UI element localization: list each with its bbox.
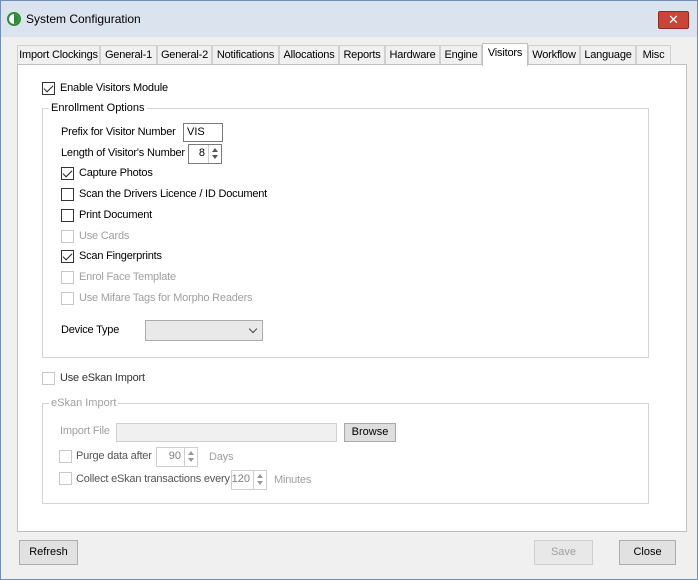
system-configuration-window: System Configuration ✕ Import Clockings … [0, 0, 698, 580]
collect-spin-arrows[interactable] [253, 471, 266, 489]
scan-fingerprints-checkbox[interactable] [61, 250, 74, 263]
prefix-input[interactable]: VIS [183, 123, 223, 142]
tab-visitors[interactable]: Visitors [482, 43, 528, 66]
enable-visitors-label: Enable Visitors Module [60, 82, 168, 94]
collect-minutes-stepper[interactable]: 120 [231, 470, 267, 490]
tab-language[interactable]: Language [580, 45, 636, 65]
title-bar: System Configuration ✕ [1, 1, 697, 37]
import-file-label: Import File [60, 425, 110, 437]
collect-eskan-checkbox[interactable] [59, 472, 72, 485]
spin-up-icon[interactable] [188, 451, 194, 455]
length-label: Length of Visitor's Number [61, 147, 185, 159]
collect-eskan-label: Collect eSkan transactions every [76, 473, 230, 485]
window-close-button[interactable]: ✕ [658, 11, 689, 29]
tab-misc[interactable]: Misc [636, 45, 671, 65]
tab-engine[interactable]: Engine [440, 45, 482, 65]
scan-fingerprints-label: Scan Fingerprints [79, 250, 162, 262]
enrol-face-label: Enrol Face Template [79, 271, 176, 283]
scan-licence-checkbox[interactable] [61, 188, 74, 201]
capture-photos-label: Capture Photos [79, 167, 153, 179]
spin-down-icon[interactable] [212, 155, 218, 159]
save-button[interactable]: Save [534, 540, 593, 565]
use-mifare-label: Use Mifare Tags for Morpho Readers [79, 292, 253, 304]
device-type-label: Device Type [61, 324, 120, 336]
enrollment-options-title: Enrollment Options [49, 102, 147, 114]
collect-minutes-unit: Minutes [274, 474, 312, 486]
tab-reports[interactable]: Reports [339, 45, 385, 65]
tab-notifications[interactable]: Notifications [212, 45, 279, 65]
prefix-label: Prefix for Visitor Number [61, 126, 176, 138]
import-file-input[interactable] [116, 423, 337, 442]
enrollment-options-group: Enrollment Options Prefix for Visitor Nu… [42, 102, 649, 358]
purge-days-stepper[interactable]: 90 [156, 447, 198, 467]
eskan-import-title: eSkan Import [49, 397, 119, 409]
purge-days-unit: Days [209, 451, 234, 463]
purge-data-checkbox[interactable] [59, 450, 72, 463]
visitors-tab-page: Enable Visitors Module Enrollment Option… [17, 64, 687, 532]
purge-data-label: Purge data after [76, 450, 152, 462]
collect-minutes-value: 120 [231, 473, 250, 485]
tab-workflow[interactable]: Workflow [528, 45, 580, 65]
use-cards-label: Use Cards [79, 230, 130, 242]
tab-allocations[interactable]: Allocations [279, 45, 339, 65]
spin-up-icon[interactable] [257, 474, 263, 478]
spin-down-icon[interactable] [188, 458, 194, 462]
close-button[interactable]: Close [619, 540, 676, 565]
length-value: 8 [198, 147, 205, 159]
length-stepper[interactable]: 8 [188, 144, 222, 164]
use-cards-checkbox[interactable] [61, 230, 74, 243]
purge-spin-arrows[interactable] [184, 448, 197, 466]
spin-up-icon[interactable] [212, 148, 218, 152]
device-type-dropdown[interactable] [145, 320, 263, 341]
use-eskan-checkbox[interactable] [42, 372, 55, 385]
eskan-import-group: eSkan Import Import File Browse Purge da… [42, 397, 649, 504]
window-title: System Configuration [26, 12, 141, 26]
print-document-label: Print Document [79, 209, 153, 221]
tab-general-2[interactable]: General-2 [157, 45, 212, 65]
enable-visitors-checkbox[interactable] [42, 82, 55, 95]
chevron-down-icon [248, 324, 258, 334]
length-spin-arrows[interactable] [208, 145, 221, 163]
tab-import-clockings[interactable]: Import Clockings [17, 45, 100, 65]
print-document-checkbox[interactable] [61, 209, 74, 222]
use-eskan-label: Use eSkan Import [60, 372, 145, 384]
tab-hardware[interactable]: Hardware [385, 45, 440, 65]
spin-down-icon[interactable] [257, 481, 263, 485]
tab-general-1[interactable]: General-1 [100, 45, 157, 65]
purge-days-value: 90 [168, 450, 181, 462]
browse-button[interactable]: Browse [344, 423, 396, 442]
refresh-button[interactable]: Refresh [19, 540, 78, 565]
enrol-face-checkbox[interactable] [61, 271, 74, 284]
app-logo-icon [7, 12, 21, 26]
scan-licence-label: Scan the Drivers Licence / ID Document [79, 188, 268, 200]
use-mifare-checkbox[interactable] [61, 292, 74, 305]
capture-photos-checkbox[interactable] [61, 167, 74, 180]
